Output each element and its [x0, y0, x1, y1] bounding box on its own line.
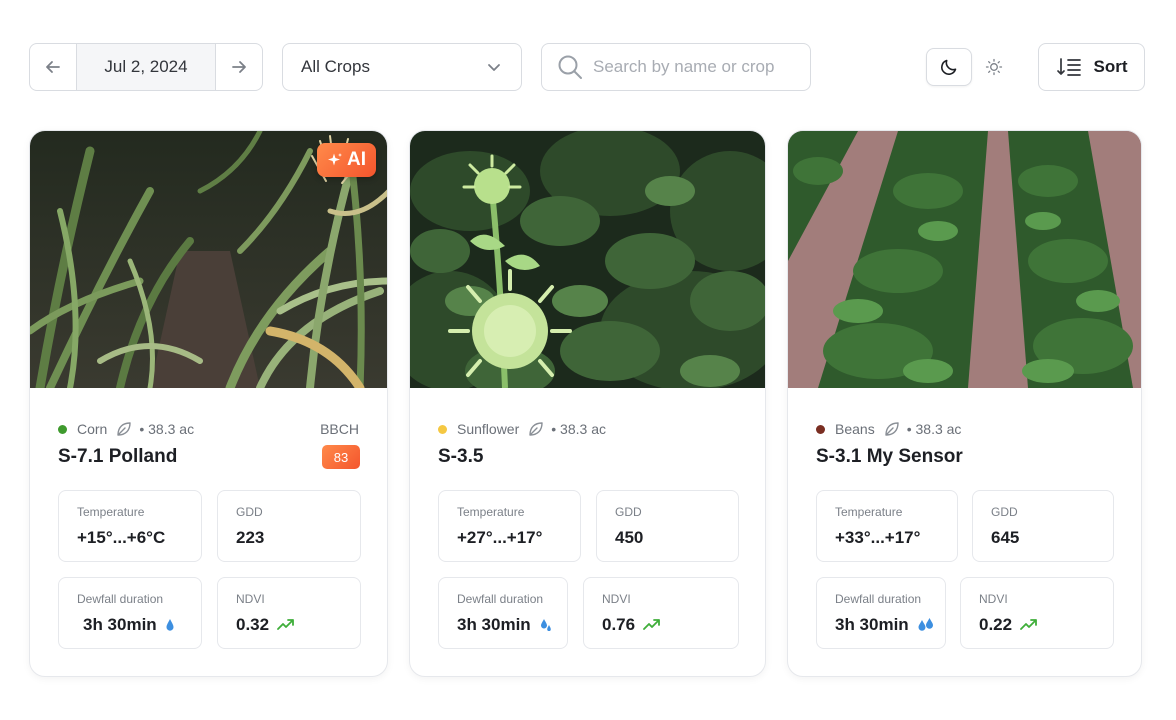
gdd-value: 223: [236, 528, 265, 547]
gdd-label: GDD: [991, 505, 1018, 519]
gdd-value: 450: [615, 528, 644, 547]
temperature-label: Temperature: [457, 505, 525, 519]
field-title[interactable]: S-7.1 Polland: [58, 446, 177, 468]
bbch-stage-badge: 83: [322, 445, 360, 469]
gdd-value: 645: [991, 528, 1020, 547]
next-day-button[interactable]: [216, 44, 262, 90]
crop-name: Sunflower: [457, 421, 520, 437]
crop-name: Beans: [835, 421, 875, 437]
gdd-tile: GDD 450: [596, 490, 739, 562]
toolbar: Jul 2, 2024 All Crops Sort: [0, 0, 1176, 110]
sparkle-icon: [328, 153, 342, 166]
field-title[interactable]: S-3.5: [438, 446, 483, 468]
dewfall-tile: Dewfall duration 3h 30min: [438, 577, 568, 649]
field-photo-beans: [788, 131, 1141, 388]
search-input[interactable]: [593, 57, 803, 77]
crop-color-dot: [58, 424, 67, 434]
light-mode-button[interactable]: [980, 52, 1008, 82]
water-drop-icon: [918, 618, 933, 631]
arrow-right-icon: [232, 61, 246, 73]
crop-color-dot: [438, 424, 447, 434]
chevron-down-icon: [488, 64, 500, 71]
temperature-tile: Temperature +15°...+6°C: [58, 490, 202, 562]
leaf-icon: [529, 422, 543, 436]
field-card-sunflower[interactable]: Sunflower • 38.3 ac S-3.5 Temperature +2…: [409, 130, 766, 677]
sort-button[interactable]: Sort: [1038, 43, 1145, 91]
field-card-corn[interactable]: AI Corn • 38.3 ac BBCH S-7.1 Polland 83 …: [29, 130, 388, 677]
trend-up-icon: [277, 619, 294, 630]
bbch-label: BBCH: [320, 421, 359, 437]
ndvi-value: 0.32: [236, 615, 360, 635]
water-drop-icon: [166, 619, 174, 631]
dewfall-tile: Dewfall duration 3h 30min: [58, 577, 202, 649]
dewfall-value: 3h 30min: [835, 615, 945, 635]
field-card-beans[interactable]: Beans • 38.3 ac S-3.1 My Sensor Temperat…: [787, 130, 1142, 677]
field-photo-corn: AI: [30, 131, 387, 388]
ndvi-tile: NDVI 0.32: [217, 577, 361, 649]
ndvi-label: NDVI: [602, 592, 631, 606]
ndvi-value: 0.76: [602, 615, 738, 635]
temperature-label: Temperature: [77, 505, 145, 519]
temperature-tile: Temperature +33°...+17°: [816, 490, 958, 562]
selected-date[interactable]: Jul 2, 2024: [76, 44, 216, 90]
sort-icon: [1056, 58, 1081, 76]
gdd-tile: GDD 645: [972, 490, 1114, 562]
ndvi-label: NDVI: [236, 592, 265, 606]
ndvi-tile: NDVI 0.22: [960, 577, 1114, 649]
gdd-label: GDD: [236, 505, 263, 519]
crop-color-dot: [816, 424, 825, 434]
dewfall-tile: Dewfall duration 3h 30min: [816, 577, 946, 649]
field-meta: Corn • 38.3 ac BBCH: [58, 419, 359, 439]
temperature-label: Temperature: [835, 505, 903, 519]
crop-name: Corn: [77, 421, 108, 437]
field-area: • 38.3 ac: [551, 421, 606, 437]
ai-badge-label: AI: [347, 149, 366, 170]
field-title[interactable]: S-3.1 My Sensor: [816, 446, 963, 468]
ndvi-label: NDVI: [979, 592, 1008, 606]
arrow-left-icon: [46, 61, 60, 73]
crop-filter-select[interactable]: All Crops: [282, 43, 522, 91]
crop-filter-value: All Crops: [301, 57, 370, 76]
temperature-value: +15°...+6°C: [77, 528, 166, 547]
dewfall-label: Dewfall duration: [77, 592, 164, 606]
field-area: • 38.3 ac: [906, 421, 962, 437]
leaf-icon: [117, 422, 132, 436]
field-photo-sunflower: [410, 131, 765, 388]
temperature-tile: Temperature +27°...+17°: [438, 490, 581, 562]
dewfall-label: Dewfall duration: [835, 592, 922, 606]
gdd-label: GDD: [615, 505, 642, 519]
search-box: [541, 43, 811, 91]
leaf-icon: [885, 422, 899, 436]
gdd-tile: GDD 223: [217, 490, 361, 562]
sun-icon: [985, 58, 1003, 76]
ndvi-tile: NDVI 0.76: [583, 577, 739, 649]
trend-up-icon: [643, 619, 660, 630]
ai-badge: AI: [317, 143, 376, 177]
date-picker: Jul 2, 2024: [29, 43, 263, 91]
dewfall-value: 3h 30min: [457, 615, 567, 635]
search-icon: [558, 55, 582, 79]
temperature-value: +33°...+17°: [835, 528, 921, 547]
previous-day-button[interactable]: [30, 44, 76, 90]
trend-up-icon: [1020, 619, 1037, 630]
ndvi-value: 0.22: [979, 615, 1113, 635]
field-meta: Beans • 38.3 ac: [816, 419, 1113, 439]
field-meta: Sunflower • 38.3 ac: [438, 419, 737, 439]
dewfall-value: 3h 30min: [77, 615, 201, 635]
moon-icon: [941, 59, 957, 75]
dark-mode-button[interactable]: [926, 48, 972, 86]
temperature-value: +27°...+17°: [457, 528, 543, 547]
sort-label: Sort: [1093, 57, 1128, 76]
dewfall-label: Dewfall duration: [457, 592, 544, 606]
water-drop-icon: [540, 619, 551, 631]
field-area: • 38.3 ac: [139, 421, 195, 437]
